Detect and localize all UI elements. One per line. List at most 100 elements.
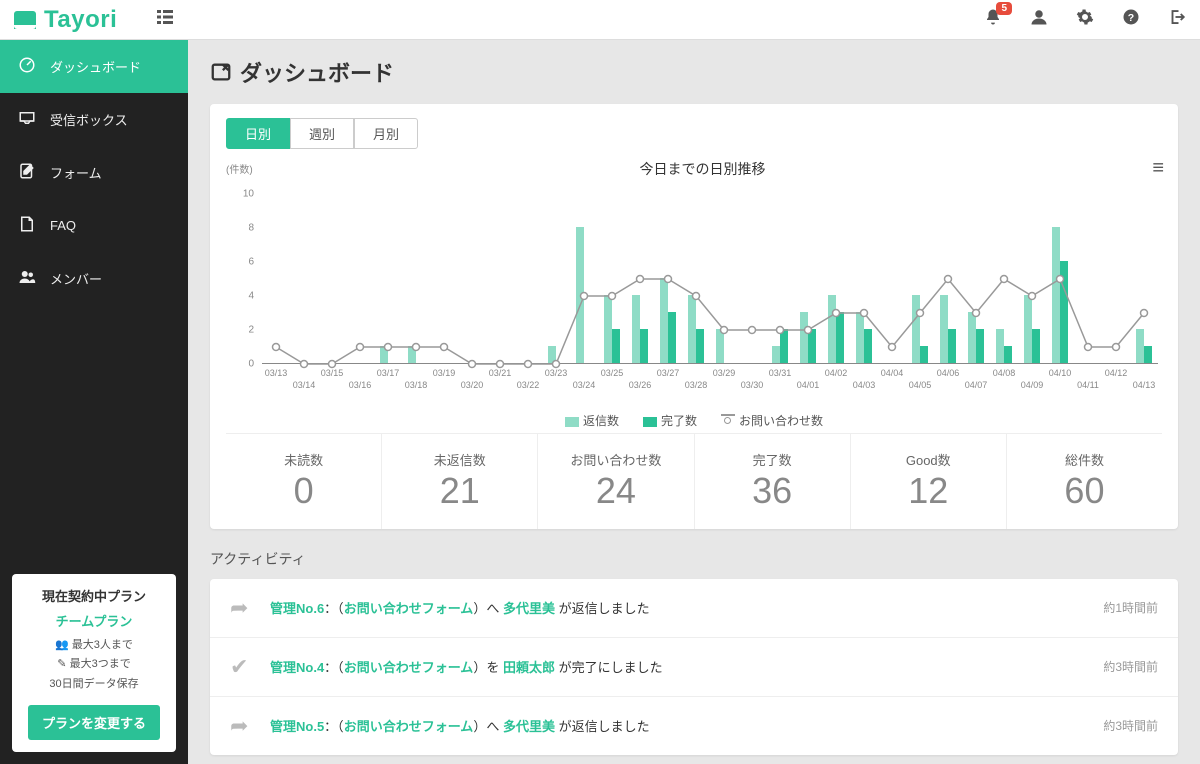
x-tick: 04/13 — [1133, 380, 1156, 390]
y-tick: 8 — [226, 223, 254, 234]
x-tick: 04/01 — [797, 380, 820, 390]
sidebar-item-label: FAQ — [50, 218, 76, 233]
x-tick: 03/13 — [265, 368, 288, 378]
y-tick: 2 — [226, 325, 254, 336]
x-tick: 03/15 — [321, 368, 344, 378]
sidebar-item-label: メンバー — [50, 269, 102, 288]
stat-value: 0 — [226, 471, 381, 511]
sidebar-item-faq[interactable]: FAQ — [0, 199, 188, 252]
x-tick: 03/18 — [405, 380, 428, 390]
tab-1[interactable]: 週別 — [290, 118, 354, 149]
activity-text: 管理No.4：（お問い合わせフォーム）を 田頼太郎 が完了にしました — [270, 657, 1103, 676]
chart-area: 0 2 4 6 8 10 03/13 03/14 03/15 03/16 03/17 03/18 03… — [226, 184, 1162, 404]
x-tick: 03/29 — [713, 368, 736, 378]
x-tick: 04/05 — [909, 380, 932, 390]
stats-row: 未読数0未返信数21お問い合わせ数24完了数36Good数12総件数60 — [226, 433, 1162, 529]
stat-value: 60 — [1007, 471, 1162, 511]
x-tick: 03/26 — [629, 380, 652, 390]
stat-value: 21 — [382, 471, 537, 511]
y-tick: 4 — [226, 291, 254, 302]
period-tabs: 日別週別月別 — [226, 118, 1162, 149]
x-tick: 04/02 — [825, 368, 848, 378]
x-tick: 03/30 — [741, 380, 764, 390]
stat-お問い合わせ数: お問い合わせ数 24 — [538, 434, 694, 529]
stat-label: お問い合わせ数 — [538, 450, 693, 469]
chart-unit-label: (件数) — [226, 161, 253, 176]
x-tick: 03/24 — [573, 380, 596, 390]
topbar: Tayori 5 ? — [0, 0, 1200, 40]
help-icon[interactable]: ? — [1122, 8, 1140, 31]
activity-list: ➦管理No.6：（お問い合わせフォーム）へ 多代里美 が返信しました約1時間前✔… — [210, 579, 1178, 755]
x-tick: 04/09 — [1021, 380, 1044, 390]
x-tick: 04/08 — [993, 368, 1016, 378]
x-tick: 03/17 — [377, 368, 400, 378]
x-tick: 03/21 — [489, 368, 512, 378]
sidebar-item-dashboard[interactable]: ダッシュボード — [0, 40, 188, 93]
sidebar-item-label: 受信ボックス — [50, 110, 128, 129]
sidebar-toggle-icon[interactable] — [157, 10, 173, 29]
activity-time: 約3時間前 — [1103, 717, 1158, 734]
dashboard-icon — [18, 56, 36, 77]
sidebar-item-members[interactable]: メンバー — [0, 252, 188, 305]
activity-text: 管理No.5：（お問い合わせフォーム）へ 多代里美 が返信しました — [270, 716, 1103, 735]
stat-label: Good数 — [851, 450, 1006, 469]
y-tick: 10 — [226, 189, 254, 200]
stat-label: 完了数 — [695, 450, 850, 469]
x-tick: 04/04 — [881, 368, 904, 378]
settings-icon[interactable] — [1076, 8, 1094, 31]
x-tick: 03/16 — [349, 380, 372, 390]
plan-limit-users: 👥 最大3人まで — [20, 636, 168, 656]
x-tick: 03/25 — [601, 368, 624, 378]
activity-time: 約3時間前 — [1103, 658, 1158, 675]
brand-name: Tayori — [44, 6, 117, 34]
x-tick: 04/06 — [937, 368, 960, 378]
activity-row[interactable]: ➦管理No.5：（お問い合わせフォーム）へ 多代里美 が返信しました約3時間前 — [210, 697, 1178, 755]
y-tick: 0 — [226, 359, 254, 370]
main-content: ダッシュボード 日別週別月別 (件数) 今日までの日別推移 ≡ 0246810 … — [188, 40, 1200, 764]
stat-label: 総件数 — [1007, 450, 1162, 469]
x-tick: 03/23 — [545, 368, 568, 378]
members-icon — [18, 268, 36, 289]
svg-text:?: ? — [1128, 12, 1134, 24]
brand-logo[interactable]: Tayori — [14, 6, 117, 34]
sidebar-item-form[interactable]: フォーム — [0, 146, 188, 199]
change-plan-button[interactable]: プランを変更する — [28, 705, 160, 740]
logout-icon[interactable] — [1168, 8, 1186, 31]
x-tick: 03/31 — [769, 368, 792, 378]
x-tick: 04/03 — [853, 380, 876, 390]
logo-icon — [14, 11, 36, 29]
plan-limit-forms: ✎ 最大3つまで — [20, 655, 168, 675]
plan-name: チームプラン — [20, 611, 168, 630]
legend-item: 返信数 — [565, 412, 619, 429]
stat-未読数: 未読数0 — [226, 434, 382, 529]
legend-item: 完了数 — [643, 412, 697, 429]
x-tick: 03/14 — [293, 380, 316, 390]
inbox-icon — [18, 109, 36, 130]
x-tick: 04/12 — [1105, 368, 1128, 378]
tab-2[interactable]: 月別 — [354, 118, 418, 149]
notifications-icon[interactable]: 5 — [984, 8, 1002, 31]
x-tick: 03/19 — [433, 368, 456, 378]
sidebar-item-inbox[interactable]: 受信ボックス — [0, 93, 188, 146]
line-series — [262, 194, 1158, 364]
activity-row[interactable]: ✔管理No.4：（お問い合わせフォーム）を 田頼太郎 が完了にしました約3時間前 — [210, 638, 1178, 697]
y-tick: 6 — [226, 257, 254, 268]
sidebar: ダッシュボード受信ボックスフォーム FAQ メンバー 現在契約中プラン チームプラン… — [0, 40, 188, 764]
x-tick: 04/07 — [965, 380, 988, 390]
plan-card: 現在契約中プラン チームプラン 👥 最大3人まで ✎ 最大3つまで 30日間デー… — [12, 574, 176, 752]
chart-menu-icon[interactable]: ≡ — [1152, 157, 1162, 180]
stat-Good数: Good数12 — [851, 434, 1007, 529]
stat-総件数: 総件数 60 — [1007, 434, 1162, 529]
sidebar-item-label: フォーム — [50, 163, 102, 182]
activity-text: 管理No.6：（お問い合わせフォーム）へ 多代里美 が返信しました — [270, 598, 1103, 617]
user-icon[interactable] — [1030, 8, 1048, 31]
page-title: ダッシュボード — [210, 56, 1178, 88]
activity-row[interactable]: ➦管理No.6：（お問い合わせフォーム）へ 多代里美 が返信しました約1時間前 — [210, 579, 1178, 638]
form-icon — [18, 162, 36, 183]
legend-item: お問い合わせ数 — [721, 412, 823, 429]
x-tick: 03/27 — [657, 368, 680, 378]
stat-label: 未返信数 — [382, 450, 537, 469]
stat-value: 24 — [538, 471, 693, 511]
x-tick: 03/22 — [517, 380, 540, 390]
tab-0[interactable]: 日別 — [226, 118, 290, 149]
